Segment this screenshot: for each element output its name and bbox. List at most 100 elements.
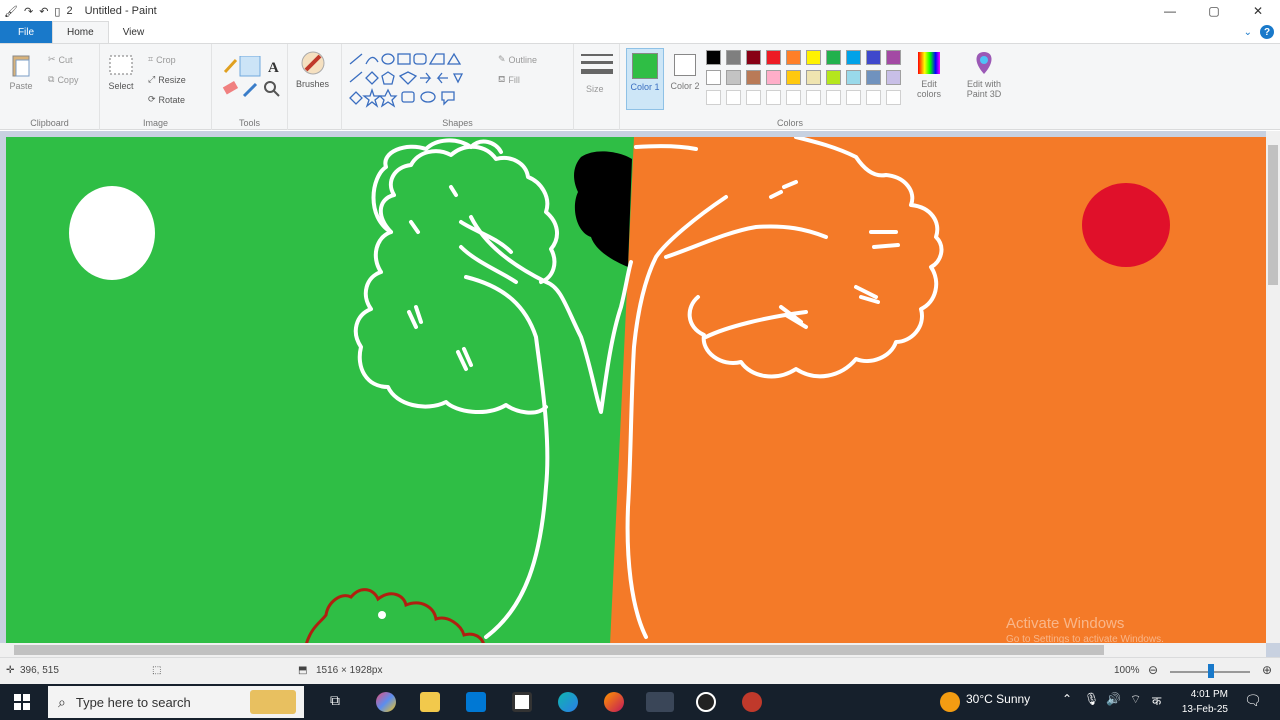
empty-custom-swatch[interactable] bbox=[766, 90, 781, 105]
file-explorer-icon[interactable] bbox=[420, 692, 440, 712]
palette-swatch[interactable] bbox=[706, 70, 721, 85]
copilot-icon[interactable] bbox=[376, 692, 396, 712]
tab-view[interactable]: View bbox=[109, 21, 159, 43]
search-highlight-icon bbox=[250, 690, 296, 714]
cut-button[interactable]: ✂ Cut bbox=[48, 54, 73, 65]
maximize-button[interactable]: ▢ bbox=[1192, 0, 1236, 22]
network-icon[interactable]: ⌔ bbox=[1130, 692, 1141, 707]
tools-group: A Tools bbox=[212, 44, 288, 130]
palette-swatch[interactable] bbox=[866, 50, 881, 65]
microphone-icon[interactable]: 🎙 bbox=[1084, 692, 1099, 706]
colors-group-label: Colors bbox=[776, 118, 803, 128]
taskbar-search[interactable]: ⌕ Type here to search bbox=[48, 686, 304, 718]
color1-label: Color 1 bbox=[630, 82, 660, 92]
brushes-button[interactable]: Brushes bbox=[296, 50, 329, 89]
minimize-button[interactable]: — bbox=[1148, 0, 1192, 22]
tray-chevron-icon[interactable]: ⌃ bbox=[1062, 692, 1072, 706]
color1-button[interactable]: Color 1 bbox=[626, 48, 664, 110]
fill-dropdown[interactable]: ⛾ Fill bbox=[498, 74, 520, 86]
edit-paint3d-button[interactable]: Edit with Paint 3D bbox=[958, 50, 1010, 99]
store-icon[interactable] bbox=[512, 692, 532, 712]
horizontal-scroll-thumb[interactable] bbox=[14, 645, 1104, 655]
text-icon: A bbox=[268, 60, 279, 76]
zoom-in-button[interactable]: ⊕ bbox=[1262, 663, 1272, 677]
media-player-icon[interactable] bbox=[696, 692, 716, 712]
brushes-group[interactable]: Brushes bbox=[288, 44, 342, 130]
empty-custom-swatch[interactable] bbox=[846, 90, 861, 105]
outlook-icon[interactable] bbox=[466, 692, 486, 712]
palette-swatch[interactable] bbox=[726, 50, 741, 65]
palette-swatch[interactable] bbox=[766, 70, 781, 85]
edit-colors-button[interactable]: Edit colors bbox=[912, 50, 946, 99]
palette-swatch[interactable] bbox=[806, 50, 821, 65]
palette-swatch[interactable] bbox=[846, 70, 861, 85]
palette-swatch[interactable] bbox=[786, 70, 801, 85]
vertical-scroll-thumb[interactable] bbox=[1268, 145, 1278, 285]
copy-button[interactable]: ⧉ Copy bbox=[48, 74, 78, 85]
resize-label: Resize bbox=[158, 74, 186, 85]
palette-swatch[interactable] bbox=[786, 50, 801, 65]
taskbar-clock[interactable]: 4:01 PM 13-Feb-25 bbox=[1182, 687, 1228, 717]
zoom-out-button[interactable]: ⊖ bbox=[1148, 663, 1158, 677]
weather-icon[interactable] bbox=[940, 692, 960, 712]
zoom-level: 100% bbox=[1114, 665, 1140, 676]
outline-label: Outline bbox=[508, 54, 538, 65]
empty-custom-swatch[interactable] bbox=[786, 90, 801, 105]
edit-colors-icon bbox=[918, 52, 940, 74]
palette-swatch[interactable] bbox=[746, 50, 761, 65]
undo-icon[interactable]: ↶ bbox=[39, 5, 48, 18]
resize-button[interactable]: ⤢ Resize bbox=[148, 74, 186, 85]
rotate-button[interactable]: ⟳ Rotate bbox=[148, 94, 185, 105]
edge-icon[interactable] bbox=[558, 692, 578, 712]
palette-swatch[interactable] bbox=[886, 70, 901, 85]
new-file-icon[interactable]: ▯ bbox=[54, 5, 60, 18]
size-group[interactable]: Size bbox=[574, 44, 620, 130]
color2-button[interactable]: Color 2 bbox=[668, 48, 702, 91]
palette-swatch[interactable] bbox=[706, 50, 721, 65]
collapse-ribbon-icon[interactable]: ⌄ bbox=[1244, 27, 1252, 38]
horizontal-scrollbar[interactable] bbox=[0, 643, 1266, 657]
firefox-icon[interactable] bbox=[604, 692, 624, 712]
select-button[interactable]: Select bbox=[108, 52, 134, 91]
close-button[interactable]: ✕ bbox=[1236, 0, 1280, 22]
empty-custom-swatch[interactable] bbox=[866, 90, 881, 105]
fill-bucket-icon: ⛾ bbox=[498, 74, 506, 84]
notification-icon[interactable]: 🗨 bbox=[1244, 692, 1262, 709]
palette-swatch[interactable] bbox=[746, 70, 761, 85]
crop-button[interactable]: ⌗ Crop bbox=[148, 54, 176, 65]
empty-custom-swatch[interactable] bbox=[886, 90, 901, 105]
scissors-icon: ✂ bbox=[48, 54, 56, 64]
drawing-canvas[interactable]: Activate Windows Go to Settings to activ… bbox=[6, 137, 1266, 645]
language-icon[interactable]: क bbox=[1152, 692, 1161, 709]
palette-swatch[interactable] bbox=[886, 50, 901, 65]
outline-dropdown[interactable]: ✎ Outline bbox=[498, 54, 537, 65]
volume-icon[interactable]: 🔊 bbox=[1106, 692, 1121, 706]
palette-swatch[interactable] bbox=[846, 50, 861, 65]
size-label: Size bbox=[586, 84, 604, 94]
palette-swatch[interactable] bbox=[826, 50, 841, 65]
empty-custom-swatch[interactable] bbox=[806, 90, 821, 105]
palette-swatch[interactable] bbox=[806, 70, 821, 85]
windows-start-icon[interactable] bbox=[14, 694, 30, 710]
paste-button[interactable]: Paste bbox=[8, 52, 34, 91]
painting[interactable] bbox=[6, 137, 1266, 645]
redo-icon[interactable]: ↷ bbox=[24, 5, 33, 18]
recorder-icon[interactable] bbox=[742, 692, 762, 712]
palette-swatch[interactable] bbox=[766, 50, 781, 65]
tab-file[interactable]: File bbox=[0, 21, 52, 43]
paint-taskbar-icon[interactable] bbox=[646, 692, 674, 712]
help-icon[interactable]: ? bbox=[1260, 25, 1274, 39]
empty-custom-swatch[interactable] bbox=[726, 90, 741, 105]
tab-home[interactable]: Home bbox=[52, 21, 109, 43]
shapes-gallery[interactable] bbox=[348, 52, 488, 108]
palette-swatch[interactable] bbox=[726, 70, 741, 85]
empty-custom-swatch[interactable] bbox=[826, 90, 841, 105]
zoom-slider-thumb[interactable] bbox=[1208, 664, 1214, 678]
palette-swatch[interactable] bbox=[866, 70, 881, 85]
palette-swatch[interactable] bbox=[826, 70, 841, 85]
empty-custom-swatch[interactable] bbox=[746, 90, 761, 105]
empty-custom-swatch[interactable] bbox=[706, 90, 721, 105]
vertical-scrollbar[interactable] bbox=[1266, 131, 1280, 643]
task-view-icon[interactable]: ⧉ bbox=[330, 692, 340, 709]
weather-text[interactable]: 30°C Sunny bbox=[966, 692, 1030, 706]
